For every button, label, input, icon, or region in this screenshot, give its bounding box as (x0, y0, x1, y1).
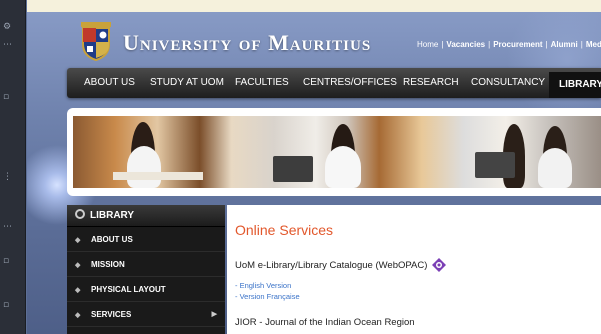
sidebar-item-mission[interactable]: ◆ MISSION (67, 252, 225, 277)
university-crest-logo[interactable] (79, 20, 113, 62)
nav-item-centres-offices[interactable]: CENTRES/OFFICES (303, 68, 397, 98)
sidebar-item-label: MISSION (91, 260, 125, 269)
monitor (475, 152, 515, 178)
nav-item-study-at-uom[interactable]: STUDY AT UOM (150, 68, 224, 98)
bullet-icon: ◆ (75, 262, 81, 269)
nav-item-consultancy[interactable]: CONSULTANCY (471, 68, 545, 98)
gear-icon[interactable]: ⚙ (3, 22, 11, 32)
panel-icon[interactable]: ▫ (3, 300, 9, 310)
top-link-vacancies[interactable]: Vacancies (446, 40, 485, 49)
link-separator: | (488, 40, 491, 49)
sidebar-heading[interactable]: LIBRARY (67, 205, 225, 227)
webopac-link[interactable]: - Version Française (235, 291, 593, 302)
sidebar-item-label: PHYSICAL LAYOUT (91, 285, 166, 294)
panel-icon[interactable]: ▫ (3, 92, 9, 102)
chevron-right-icon: ▶ (211, 311, 217, 318)
bullet-icon: ◆ (75, 287, 81, 294)
banner-image (73, 116, 601, 188)
nav-item-faculties[interactable]: FACULTIES (235, 68, 289, 98)
person-figure (538, 148, 572, 188)
top-link-procurement[interactable]: Procurement (493, 40, 542, 49)
website-page: University of Mauritius Home | Vacancies | P… (27, 0, 601, 334)
webopac-links: - English Version - Version Française (235, 280, 593, 302)
sidebar-items: ◆ ABOUT US ◆ MISSION ◆ PHYSICAL LAYOUT ◆ SERVIC… (67, 227, 225, 327)
panel-icon[interactable]: ▫ (3, 256, 9, 266)
top-links: Home|Vacancies|Procurement|Alumni|Media| (417, 40, 601, 49)
sidebar: LIBRARY ◆ ABOUT US ◆ MISSION ◆ PHYSICAL LAYOU… (67, 205, 225, 334)
more-icon[interactable]: ⋯ (3, 222, 12, 232)
top-link-media[interactable]: Media (586, 40, 601, 49)
library-gear-icon (75, 209, 85, 220)
top-link-home[interactable]: Home (417, 40, 438, 49)
sidebar-item-services[interactable]: ◆ SERVICES ▶ (67, 302, 225, 327)
webopac-icon[interactable] (431, 257, 447, 273)
webopac-label[interactable]: UoM e-Library/Library Catalogue (WebOPAC… (235, 260, 427, 271)
bullet-icon: ◆ (75, 312, 81, 319)
nav-item-library[interactable]: LIBRARY (549, 72, 601, 98)
webopac-link[interactable]: - English Version (235, 280, 593, 291)
sidebar-item-physical-layout[interactable]: ◆ PHYSICAL LAYOUT (67, 277, 225, 302)
sidebar-item-label: ABOUT US (91, 235, 133, 244)
university-name-text: University of Mauritius (123, 30, 372, 55)
sidebar-heading-label: LIBRARY (90, 210, 135, 221)
monitor (273, 156, 313, 182)
handle-icon[interactable]: ⋮ (3, 172, 12, 182)
university-name[interactable]: University of Mauritius (123, 30, 371, 56)
jior-item[interactable]: JIOR - Journal of the Indian Ocean Regio… (235, 317, 593, 328)
bullet-icon: ◆ (75, 237, 81, 244)
link-separator: | (545, 40, 548, 49)
nav-item-about-us[interactable]: ABOUT US (84, 68, 135, 98)
top-link-alumni[interactable]: Alumni (551, 40, 578, 49)
page-title: Online Services (235, 222, 334, 238)
link-separator: | (580, 40, 583, 49)
sidebar-item-about-us[interactable]: ◆ ABOUT US (67, 227, 225, 252)
top-bar (27, 0, 601, 12)
person-figure (325, 146, 361, 188)
nav-item-research[interactable]: RESEARCH (403, 68, 459, 98)
desk (113, 172, 203, 180)
main-nav: ABOUT US STUDY AT UOM FACULTIES CENTRES/OFF… (67, 68, 601, 98)
left-panel-strip: ⚙ ⋯ ▫ ⋮ ⋯ ▫ ▫ (0, 0, 26, 334)
more-icon[interactable]: ⋯ (3, 40, 12, 50)
content-panel: Online Services UoM e-Library/Library Ca… (227, 205, 601, 334)
person-figure (127, 146, 161, 188)
webopac-row: UoM e-Library/Library Catalogue (WebOPAC… (235, 255, 593, 275)
sidebar-item-label: SERVICES (91, 310, 132, 319)
link-separator: | (441, 40, 444, 49)
